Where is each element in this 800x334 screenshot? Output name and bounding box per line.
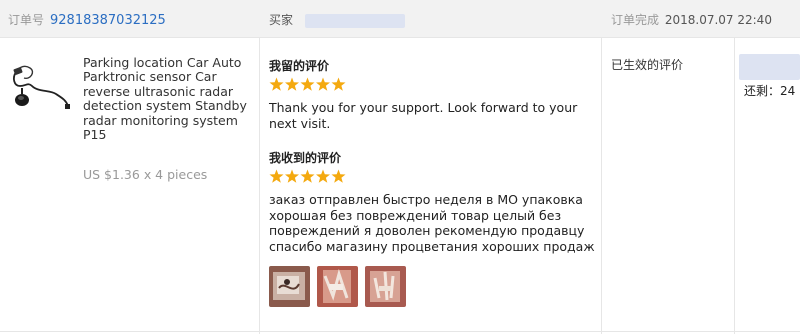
column-divider	[259, 38, 260, 334]
star-icon	[331, 169, 346, 183]
star-icon	[269, 77, 284, 91]
column-divider	[734, 38, 735, 334]
my-review-stars	[269, 77, 347, 92]
order-number-link[interactable]: 92818387032125	[50, 13, 166, 28]
product-title-link[interactable]: Parking location Car Auto Parktronic sen…	[83, 55, 253, 142]
star-icon	[269, 169, 284, 183]
review-photo[interactable]	[269, 266, 310, 307]
star-icon	[331, 77, 346, 91]
order-id: 订单号 92818387032125	[8, 11, 166, 28]
star-icon	[316, 77, 330, 91]
review-photos	[269, 266, 406, 307]
review-photo[interactable]	[317, 266, 358, 307]
remaining-value: 24	[780, 84, 796, 98]
my-review-title: 我留的评价	[269, 59, 330, 73]
remaining-label: 还剩：	[744, 84, 781, 98]
my-review-text: Thank you for your support. Look forward…	[269, 100, 578, 131]
star-icon	[316, 169, 330, 183]
completed-time: 2018.07.07 22:40	[664, 13, 772, 27]
remaining-time: 还剩：24	[744, 82, 795, 99]
received-review-stars	[269, 169, 347, 184]
redacted-area	[739, 54, 800, 80]
star-icon	[285, 77, 299, 91]
seller-info: 买家	[269, 11, 406, 28]
received-review-text: заказ отправлен быстро неделя в МО упако…	[269, 192, 595, 254]
star-icon	[285, 169, 299, 183]
order-status: 订单完成 2018.07.07 22:40	[611, 11, 772, 28]
column-divider	[601, 38, 602, 334]
order-number-label: 订单号	[8, 13, 45, 27]
review-photo[interactable]	[365, 266, 406, 307]
review-status: 已生效的评价	[611, 58, 684, 72]
product-price: US $1.36 x 4 pieces	[83, 167, 208, 182]
star-icon	[300, 169, 315, 183]
product-thumbnail[interactable]	[10, 60, 72, 110]
star-icon	[300, 77, 315, 91]
seller-name-redacted	[305, 13, 406, 28]
row-divider	[0, 331, 800, 332]
seller-label: 买家	[269, 13, 294, 27]
order-header: 订单号 92818387032125 买家 订单完成 2018.07.07 22:…	[0, 0, 800, 38]
received-review-title: 我收到的评价	[269, 151, 342, 165]
order-status-label: 订单完成	[611, 13, 660, 27]
